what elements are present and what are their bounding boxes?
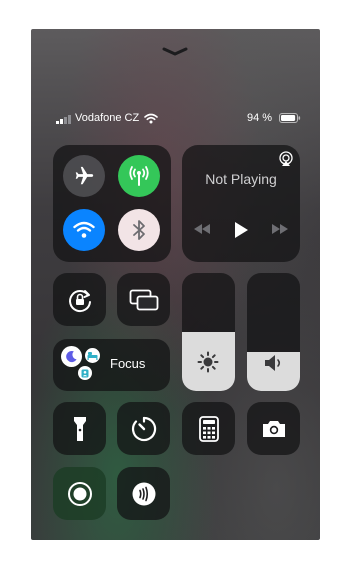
screen-record-icon — [67, 481, 92, 506]
carrier-name: Vodafone CZ — [75, 112, 140, 124]
focus-button[interactable]: Focus — [53, 339, 170, 391]
wifi-icon — [73, 221, 95, 238]
work-bubble — [78, 366, 92, 380]
airplane-icon — [75, 166, 94, 185]
volume-slider[interactable] — [247, 273, 300, 391]
now-playing-module[interactable]: Not Playing — [182, 145, 300, 262]
rewind-icon[interactable] — [193, 223, 211, 235]
calculator-icon — [198, 415, 219, 442]
bed-icon — [87, 352, 98, 360]
flashlight-icon — [73, 416, 86, 441]
flashlight-button[interactable] — [53, 402, 106, 455]
screen-mirroring-icon — [129, 289, 158, 310]
cellular-antenna-icon — [129, 166, 149, 186]
now-playing-title: Not Playing — [205, 171, 277, 187]
focus-label: Focus — [110, 356, 146, 371]
rotation-lock-button[interactable] — [53, 273, 106, 326]
brightness-sun-icon — [197, 351, 219, 373]
camera-button[interactable] — [247, 402, 300, 455]
moon-icon — [66, 350, 77, 363]
screen-mirroring-button[interactable] — [117, 273, 170, 326]
battery-percentage: 94 % — [247, 112, 273, 124]
connectivity-module — [53, 145, 171, 262]
wifi-status-icon — [144, 113, 158, 124]
sleep-bubble — [85, 348, 100, 363]
calculator-button[interactable] — [182, 402, 235, 455]
fast-forward-icon[interactable] — [271, 223, 289, 235]
camera-icon — [262, 420, 285, 437]
cellular-signal-icon — [56, 115, 71, 124]
brightness-slider[interactable] — [182, 273, 235, 391]
person-badge-icon — [81, 369, 89, 377]
battery-icon — [279, 113, 301, 123]
airplay-icon[interactable] — [278, 151, 294, 167]
rotation-lock-icon — [68, 289, 91, 312]
wifi-toggle[interactable] — [63, 209, 105, 251]
dismiss-chevron-icon[interactable] — [162, 47, 188, 57]
bluetooth-icon — [133, 220, 145, 240]
nfc-reader-button[interactable] — [117, 467, 170, 520]
play-icon[interactable] — [233, 221, 249, 239]
screen-recording-button[interactable] — [53, 467, 106, 520]
speaker-icon — [265, 355, 281, 371]
airplane-mode-toggle[interactable] — [63, 155, 105, 197]
status-bar: Vodafone CZ 94 % — [31, 112, 320, 126]
do-not-disturb-bubble — [61, 346, 82, 367]
bluetooth-toggle[interactable] — [118, 209, 160, 251]
timer-button[interactable] — [117, 402, 170, 455]
control-center: Vodafone CZ 94 % Not Playing Focus — [31, 29, 320, 540]
nfc-reader-icon — [132, 482, 155, 505]
timer-icon — [131, 416, 156, 441]
cellular-data-toggle[interactable] — [118, 155, 160, 197]
